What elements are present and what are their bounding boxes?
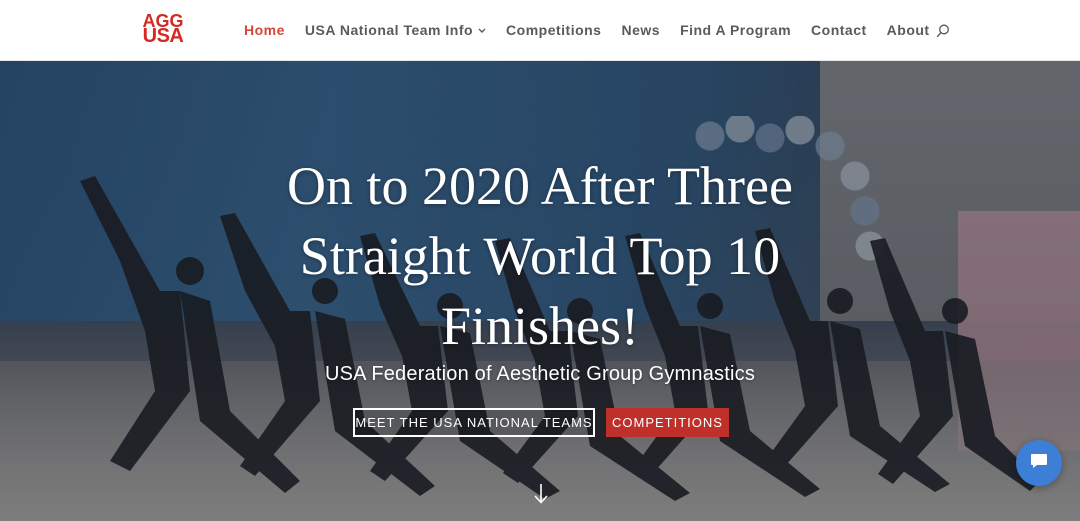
agg-usa-logo[interactable]: AGG USA: [134, 12, 192, 47]
nav-competitions[interactable]: Competitions: [506, 22, 601, 38]
search-icon[interactable]: [936, 24, 950, 38]
hero-section: On to 2020 After Three Straight World To…: [0, 61, 1080, 521]
chevron-down-icon: [478, 26, 486, 37]
arrow-down-icon[interactable]: [533, 483, 549, 505]
site-header: AGG USA Home USA National Team Info Comp…: [0, 0, 1080, 61]
nav-usa-national-team-info-label: USA National Team Info: [304, 22, 474, 38]
chat-button[interactable]: [1016, 440, 1062, 486]
hero-subtitle: USA Federation of Aesthetic Group Gymnas…: [324, 363, 756, 385]
meet-usa-national-teams-button[interactable]: MEET THE USA NATIONAL TEAMS: [353, 408, 595, 437]
nav-home[interactable]: Home: [244, 22, 285, 38]
chat-icon: [1029, 451, 1049, 476]
nav-usa-national-team-info[interactable]: USA National Team Info: [305, 22, 486, 38]
main-nav: Home USA National Team Info Competitions…: [244, 0, 950, 60]
nav-news[interactable]: News: [621, 22, 660, 38]
nav-about[interactable]: About: [887, 22, 930, 38]
nav-find-a-program[interactable]: Find A Program: [680, 22, 791, 38]
logo-line-2: USA: [142, 25, 184, 47]
competitions-button[interactable]: COMPETITIONS: [606, 408, 729, 437]
nav-contact[interactable]: Contact: [811, 22, 867, 38]
hero-title: On to 2020 After Three Straight World To…: [287, 156, 793, 356]
